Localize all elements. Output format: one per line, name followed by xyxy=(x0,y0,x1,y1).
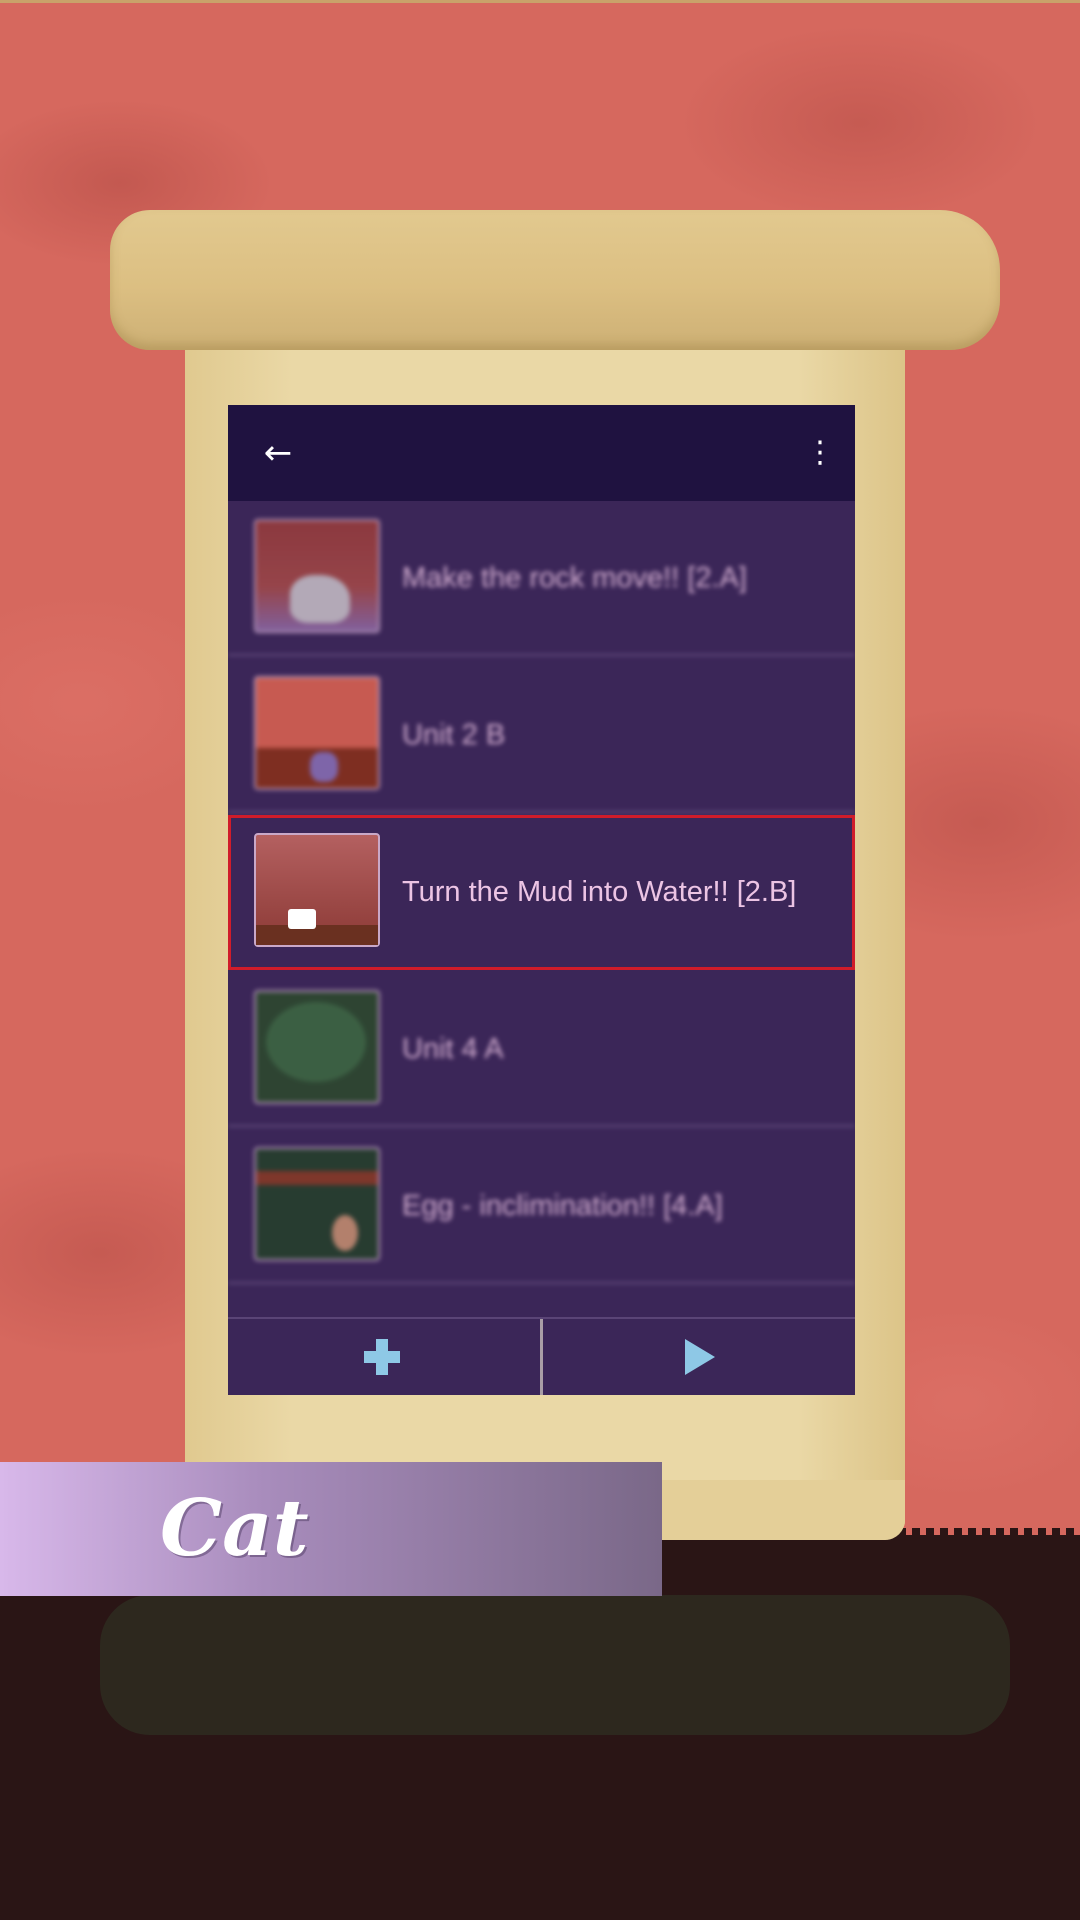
back-arrow-icon[interactable]: ← xyxy=(258,433,298,473)
level-title: Make the rock move!! [2.A] xyxy=(402,562,747,594)
bottom-action-bar xyxy=(228,1317,855,1395)
add-level-button[interactable] xyxy=(228,1319,540,1395)
list-item[interactable]: Make the rock move!! [2.A] xyxy=(228,501,855,656)
level-title: Turn the Mud into Water!! [2.B] xyxy=(402,876,797,908)
level-list: Make the rock move!! [2.A] Unit 2 B Turn… xyxy=(228,501,855,1301)
level-thumbnail xyxy=(254,519,380,633)
plus-icon-bar xyxy=(364,1351,400,1363)
level-title: Unit 4 A xyxy=(402,1033,504,1065)
level-thumbnail xyxy=(254,676,380,790)
parchment-roll-top xyxy=(110,210,1000,350)
list-item[interactable]: Unit 4 A xyxy=(228,972,855,1127)
character-name-banner: Cat xyxy=(0,1462,662,1596)
level-list-panel: ← ⋮ Make the rock move!! [2.A] Unit 2 B … xyxy=(228,405,855,1395)
play-button[interactable] xyxy=(543,1319,855,1395)
level-thumbnail xyxy=(254,990,380,1104)
list-item-selected[interactable]: Turn the Mud into Water!! [2.B] xyxy=(228,815,855,970)
level-title: Unit 2 B xyxy=(402,719,506,751)
more-vertical-icon[interactable]: ⋮ xyxy=(805,433,835,473)
scroll-shadow xyxy=(100,1595,1010,1735)
list-item[interactable]: Egg - inclimination!! [4.A] xyxy=(228,1129,855,1284)
level-title: Egg - inclimination!! [4.A] xyxy=(402,1190,723,1222)
level-thumbnail xyxy=(254,1147,380,1261)
character-name: Cat xyxy=(160,1483,309,1574)
level-thumbnail xyxy=(254,833,380,947)
list-item[interactable]: Unit 2 B xyxy=(228,658,855,813)
top-app-bar: ← ⋮ xyxy=(228,405,855,501)
play-icon xyxy=(685,1339,715,1375)
